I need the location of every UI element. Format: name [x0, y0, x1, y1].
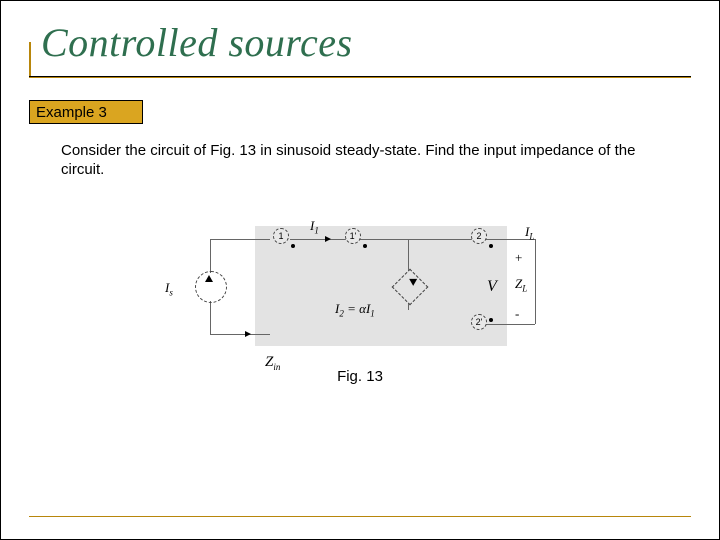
- example-badge: Example 3: [29, 100, 143, 124]
- label-IL: IL: [525, 224, 534, 242]
- label-minus: -: [515, 306, 519, 322]
- label-I1: I1: [310, 218, 319, 236]
- node-2p: 2': [471, 314, 487, 330]
- node-1p: 1': [345, 228, 361, 244]
- current-source: [195, 271, 227, 303]
- label-Is: Is: [165, 280, 173, 298]
- figure: 1 1' 2 2' Is I2 = αI1 I1 IL V + - ZL: [145, 206, 575, 385]
- title-underline: [29, 76, 691, 78]
- label-ZL: ZL: [515, 276, 527, 294]
- problem-statement: Consider the circuit of Fig. 13 in sinus…: [61, 142, 659, 180]
- label-Zin: Zin: [265, 354, 280, 372]
- circuit-diagram: 1 1' 2 2' Is I2 = αI1 I1 IL V + - ZL: [145, 206, 575, 356]
- node-1: 1: [273, 228, 289, 244]
- arrow-icon: [245, 331, 251, 337]
- arrow-icon: [325, 236, 331, 242]
- label-ccs: I2 = αI1: [335, 301, 375, 319]
- label-plus: +: [515, 250, 522, 266]
- footer-rule: [29, 516, 691, 517]
- figure-caption: Fig. 13: [145, 368, 575, 385]
- slide-title: Controlled sources: [41, 19, 691, 66]
- node-2: 2: [471, 228, 487, 244]
- label-V: V: [487, 278, 497, 296]
